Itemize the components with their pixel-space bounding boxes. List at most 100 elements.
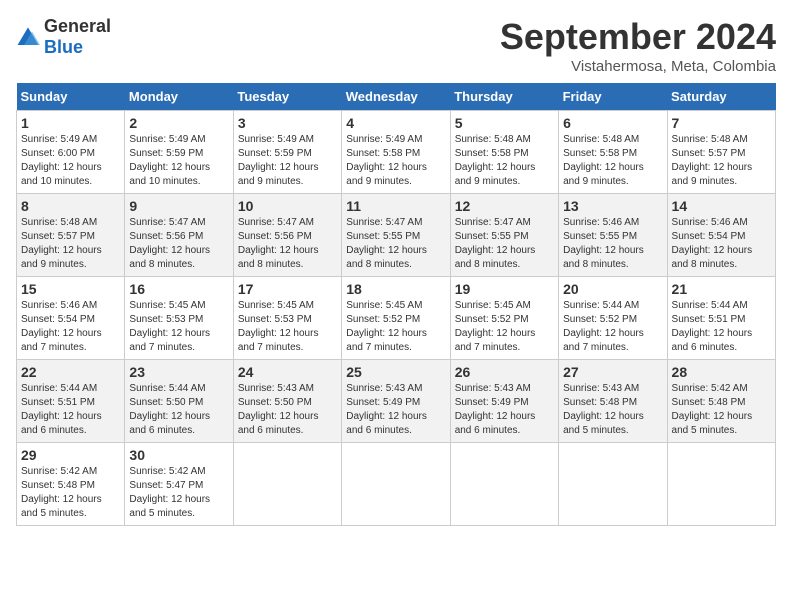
day-number: 19 (455, 281, 554, 297)
calendar-cell: 17 Sunrise: 5:45 AM Sunset: 5:53 PM Dayli… (233, 277, 341, 360)
calendar-cell (342, 443, 450, 526)
calendar-cell: 6Sunrise: 5:48 AM Sunset: 5:58 PM Daylig… (559, 111, 667, 194)
day-number: 1 (21, 115, 120, 131)
calendar-cell: 4 Sunrise: 5:49 AM Sunset: 5:58 PM Daylig… (342, 111, 450, 194)
calendar-cell: 16 Sunrise: 5:45 AM Sunset: 5:53 PM Dayli… (125, 277, 233, 360)
calendar-cell: 3 Sunrise: 5:49 AM Sunset: 5:59 PM Daylig… (233, 111, 341, 194)
day-number: 5 (455, 115, 554, 131)
day-detail: Sunrise: 5:48 AM Sunset: 5:58 PM Dayligh… (455, 133, 554, 189)
day-detail: Sunrise: 5:44 AM Sunset: 5:52 PM Dayligh… (563, 299, 662, 355)
calendar-cell: 28Sunrise: 5:42 AM Sunset: 5:48 PM Dayli… (667, 360, 775, 443)
day-detail: Sunrise: 5:49 AM Sunset: 5:59 PM Dayligh… (238, 133, 337, 189)
logo-general-text: General (44, 16, 111, 36)
col-tuesday: Tuesday (233, 83, 341, 111)
day-number: 27 (563, 364, 662, 380)
calendar-cell (233, 443, 341, 526)
day-detail: Sunrise: 5:48 AM Sunset: 5:58 PM Dayligh… (563, 133, 662, 189)
calendar-cell (667, 443, 775, 526)
calendar-cell: 5 Sunrise: 5:48 AM Sunset: 5:58 PM Daylig… (450, 111, 558, 194)
day-detail: Sunrise: 5:45 AM Sunset: 5:53 PM Dayligh… (129, 299, 228, 355)
col-friday: Friday (559, 83, 667, 111)
calendar-week-1: 1 Sunrise: 5:49 AM Sunset: 6:00 PM Daylig… (17, 111, 776, 194)
day-number: 29 (21, 447, 120, 463)
day-detail: Sunrise: 5:43 AM Sunset: 5:49 PM Dayligh… (346, 382, 445, 438)
day-detail: Sunrise: 5:46 AM Sunset: 5:54 PM Dayligh… (21, 299, 120, 355)
calendar-cell: 13 Sunrise: 5:46 AM Sunset: 5:55 PM Dayli… (559, 194, 667, 277)
day-number: 25 (346, 364, 445, 380)
day-number: 8 (21, 198, 120, 214)
day-detail: Sunrise: 5:45 AM Sunset: 5:52 PM Dayligh… (346, 299, 445, 355)
calendar-table: Sunday Monday Tuesday Wednesday Thursday… (16, 83, 776, 526)
calendar-cell: 23 Sunrise: 5:44 AM Sunset: 5:50 PM Dayli… (125, 360, 233, 443)
calendar-cell: 20 Sunrise: 5:44 AM Sunset: 5:52 PM Dayli… (559, 277, 667, 360)
day-detail: Sunrise: 5:49 AM Sunset: 5:58 PM Dayligh… (346, 133, 445, 189)
calendar-cell: 9Sunrise: 5:47 AM Sunset: 5:56 PM Daylig… (125, 194, 233, 277)
day-detail: Sunrise: 5:48 AM Sunset: 5:57 PM Dayligh… (672, 133, 771, 189)
day-number: 22 (21, 364, 120, 380)
day-number: 7 (672, 115, 771, 131)
calendar-cell: 10 Sunrise: 5:47 AM Sunset: 5:56 PM Dayli… (233, 194, 341, 277)
calendar-cell: 7 Sunrise: 5:48 AM Sunset: 5:57 PM Daylig… (667, 111, 775, 194)
logo: General Blue (16, 16, 111, 58)
day-number: 9 (129, 198, 228, 214)
page-header: General Blue September 2024 Vistahermosa… (16, 16, 776, 75)
day-number: 21 (672, 281, 771, 297)
day-detail: Sunrise: 5:45 AM Sunset: 5:53 PM Dayligh… (238, 299, 337, 355)
calendar-cell: 1 Sunrise: 5:49 AM Sunset: 6:00 PM Daylig… (17, 111, 125, 194)
day-number: 3 (238, 115, 337, 131)
day-number: 14 (672, 198, 771, 214)
calendar-cell: 29 Sunrise: 5:42 AM Sunset: 5:48 PM Dayli… (17, 443, 125, 526)
col-sunday: Sunday (17, 83, 125, 111)
calendar-cell: 21 Sunrise: 5:44 AM Sunset: 5:51 PM Dayli… (667, 277, 775, 360)
day-number: 17 (238, 281, 337, 297)
day-number: 16 (129, 281, 228, 297)
col-wednesday: Wednesday (342, 83, 450, 111)
day-detail: Sunrise: 5:46 AM Sunset: 5:54 PM Dayligh… (672, 216, 771, 272)
day-detail: Sunrise: 5:44 AM Sunset: 5:50 PM Dayligh… (129, 382, 228, 438)
day-number: 2 (129, 115, 228, 131)
logo-icon (16, 25, 40, 49)
day-detail: Sunrise: 5:47 AM Sunset: 5:56 PM Dayligh… (238, 216, 337, 272)
calendar-week-3: 15 Sunrise: 5:46 AM Sunset: 5:54 PM Dayli… (17, 277, 776, 360)
day-detail: Sunrise: 5:42 AM Sunset: 5:48 PM Dayligh… (21, 465, 120, 521)
col-monday: Monday (125, 83, 233, 111)
calendar-cell: 14 Sunrise: 5:46 AM Sunset: 5:54 PM Dayli… (667, 194, 775, 277)
day-detail: Sunrise: 5:43 AM Sunset: 5:50 PM Dayligh… (238, 382, 337, 438)
day-number: 4 (346, 115, 445, 131)
calendar-cell: 25 Sunrise: 5:43 AM Sunset: 5:49 PM Dayli… (342, 360, 450, 443)
day-detail: Sunrise: 5:47 AM Sunset: 5:55 PM Dayligh… (346, 216, 445, 272)
day-detail: Sunrise: 5:45 AM Sunset: 5:52 PM Dayligh… (455, 299, 554, 355)
day-number: 23 (129, 364, 228, 380)
calendar-cell: 12Sunrise: 5:47 AM Sunset: 5:55 PM Dayli… (450, 194, 558, 277)
day-number: 10 (238, 198, 337, 214)
day-number: 18 (346, 281, 445, 297)
month-title: September 2024 (500, 16, 776, 58)
day-detail: Sunrise: 5:44 AM Sunset: 5:51 PM Dayligh… (672, 299, 771, 355)
calendar-cell: 15 Sunrise: 5:46 AM Sunset: 5:54 PM Dayli… (17, 277, 125, 360)
day-number: 20 (563, 281, 662, 297)
calendar-cell: 24 Sunrise: 5:43 AM Sunset: 5:50 PM Dayli… (233, 360, 341, 443)
calendar-cell (450, 443, 558, 526)
calendar-cell (559, 443, 667, 526)
day-number: 11 (346, 198, 445, 214)
logo-blue-text: Blue (44, 37, 83, 57)
day-number: 13 (563, 198, 662, 214)
day-detail: Sunrise: 5:43 AM Sunset: 5:49 PM Dayligh… (455, 382, 554, 438)
col-saturday: Saturday (667, 83, 775, 111)
day-number: 15 (21, 281, 120, 297)
location-text: Vistahermosa, Meta, Colombia (500, 58, 776, 75)
day-detail: Sunrise: 5:42 AM Sunset: 5:47 PM Dayligh… (129, 465, 228, 521)
col-thursday: Thursday (450, 83, 558, 111)
day-detail: Sunrise: 5:49 AM Sunset: 6:00 PM Dayligh… (21, 133, 120, 189)
calendar-week-2: 8Sunrise: 5:48 AM Sunset: 5:57 PM Daylig… (17, 194, 776, 277)
calendar-cell: 11 Sunrise: 5:47 AM Sunset: 5:55 PM Dayli… (342, 194, 450, 277)
day-detail: Sunrise: 5:46 AM Sunset: 5:55 PM Dayligh… (563, 216, 662, 272)
calendar-cell: 19 Sunrise: 5:45 AM Sunset: 5:52 PM Dayli… (450, 277, 558, 360)
day-number: 24 (238, 364, 337, 380)
day-detail: Sunrise: 5:44 AM Sunset: 5:51 PM Dayligh… (21, 382, 120, 438)
day-number: 28 (672, 364, 771, 380)
day-detail: Sunrise: 5:43 AM Sunset: 5:48 PM Dayligh… (563, 382, 662, 438)
calendar-header-row: Sunday Monday Tuesday Wednesday Thursday… (17, 83, 776, 111)
calendar-cell: 22 Sunrise: 5:44 AM Sunset: 5:51 PM Dayli… (17, 360, 125, 443)
calendar-week-5: 29 Sunrise: 5:42 AM Sunset: 5:48 PM Dayli… (17, 443, 776, 526)
